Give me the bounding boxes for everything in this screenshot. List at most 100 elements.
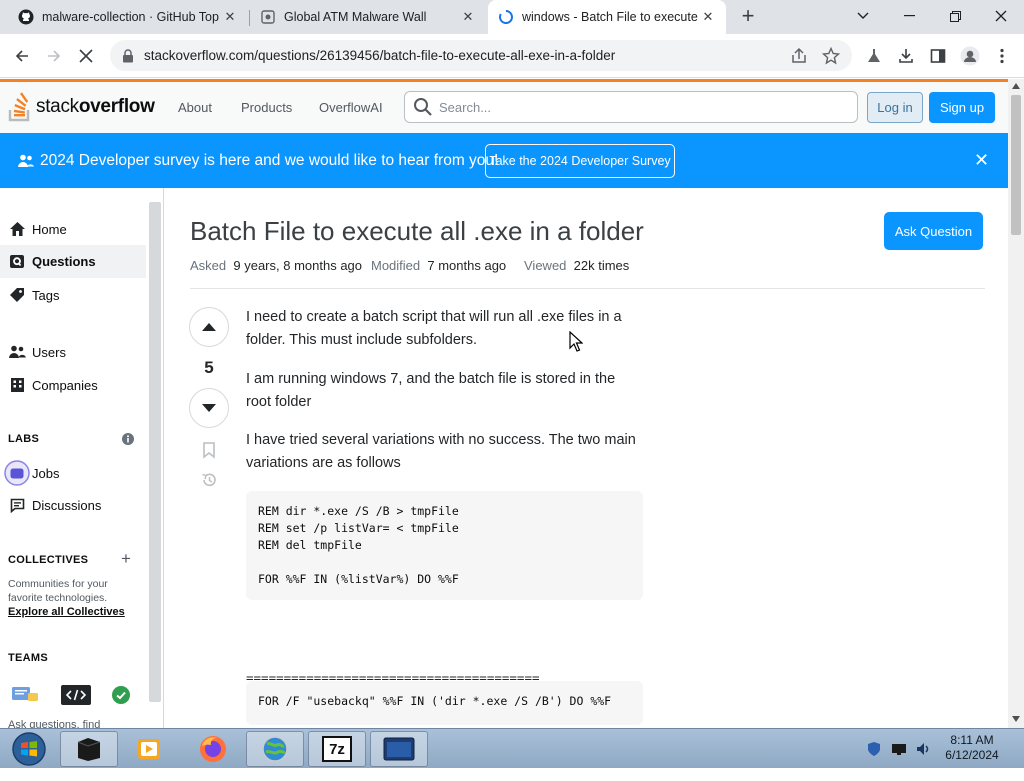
sidebar-item-questions[interactable]: Questions — [0, 245, 146, 278]
sevenzip-icon: 7z — [322, 736, 352, 762]
sidebar-scrollbar[interactable] — [149, 202, 161, 702]
collectives-heading: COLLECTIVES — [8, 554, 89, 566]
tray-volume-icon[interactable] — [915, 741, 931, 757]
upvote-button[interactable] — [189, 307, 229, 347]
tag-icon — [10, 288, 24, 302]
tab-github[interactable]: malware-collection · GitHub Top ✕ — [8, 0, 248, 34]
nav-products[interactable]: Products — [241, 100, 292, 115]
kebab-menu-icon[interactable] — [992, 46, 1012, 66]
page-scrollbar[interactable] — [1008, 79, 1024, 728]
tab-close-icon[interactable]: ✕ — [460, 9, 476, 25]
star-bookmark-icon[interactable] — [822, 47, 840, 65]
modified-label: Modified — [371, 258, 421, 273]
taskbar-app-firefox[interactable] — [184, 731, 242, 767]
tab-atm-malware[interactable]: Global ATM Malware Wall ✕ — [250, 0, 486, 34]
bookmark-icon[interactable] — [200, 441, 218, 459]
forward-arrow-icon[interactable] — [42, 44, 66, 68]
loading-spinner-icon — [499, 10, 513, 24]
minimize-icon[interactable] — [886, 0, 932, 32]
home-icon — [9, 222, 25, 236]
tray-clock[interactable]: 8:11 AM 6/12/2024 — [940, 733, 1004, 763]
code-block-1: REM dir *.exe /S /B > tmpFile REM set /p… — [246, 491, 643, 600]
teams-desc: Ask questions, find — [8, 719, 101, 728]
start-button[interactable] — [4, 729, 54, 769]
question-paragraph-1: I need to create a batch script that wil… — [246, 306, 656, 352]
tab-title: windows - Batch File to execute — [522, 10, 698, 24]
collectives-desc-2: favorite technologies. — [8, 592, 108, 604]
login-button[interactable]: Log in — [867, 92, 923, 123]
code-block-2: FOR /F "usebackq" %%F IN ('dir *.exe /S … — [246, 681, 643, 725]
viewed-label: Viewed — [524, 258, 567, 273]
history-icon[interactable] — [200, 471, 218, 489]
sidebar-item-users[interactable]: Users — [8, 343, 66, 361]
search-placeholder: Search... — [439, 99, 492, 115]
briefcase-icon — [4, 460, 30, 486]
nav-overflowai[interactable]: OverflowAI — [319, 100, 383, 115]
media-player-icon — [138, 739, 160, 759]
extension-flask-icon[interactable] — [864, 46, 884, 66]
black-box-app-icon — [77, 738, 101, 761]
new-tab-button[interactable]: + — [736, 5, 760, 28]
tab-title: malware-collection · GitHub Top — [42, 10, 219, 24]
asked-label: Asked — [190, 258, 227, 273]
tab-close-icon[interactable]: ✕ — [222, 9, 238, 25]
explore-collectives-link[interactable]: Explore all Collectives — [8, 606, 125, 618]
scroll-up-arrow-icon[interactable] — [1012, 83, 1020, 89]
sidebar-item-jobs[interactable]: Jobs — [4, 460, 59, 486]
scroll-down-arrow-icon[interactable] — [1012, 716, 1020, 722]
modified-value[interactable]: 7 months ago — [427, 258, 506, 273]
question-paragraph-2: I am running windows 7, and the batch fi… — [246, 368, 656, 414]
share-icon[interactable] — [790, 47, 808, 65]
taskbar-app-terminal[interactable] — [60, 731, 118, 767]
paragraph-line: I am running windows 7, and the batch fi… — [246, 371, 616, 387]
checkmark-icon — [112, 686, 130, 704]
stop-loading-icon[interactable] — [74, 44, 98, 68]
search-icon — [414, 98, 432, 116]
take-survey-button[interactable]: Take the 2024 Developer Survey — [485, 144, 675, 178]
info-icon[interactable] — [122, 433, 134, 445]
sidebar-item-home[interactable]: Home — [8, 220, 67, 238]
sidebar-item-label: Users — [32, 344, 66, 360]
back-arrow-icon[interactable] — [10, 44, 34, 68]
paragraph-line: I have tried several variations with no … — [246, 432, 636, 448]
close-window-icon[interactable] — [978, 0, 1024, 32]
logo-text-bold: overflow — [78, 96, 155, 117]
taskbar-app-media[interactable] — [120, 731, 178, 767]
add-collective-icon[interactable]: + — [121, 549, 131, 569]
paragraph-line: root folder — [246, 394, 312, 410]
stackoverflow-logo-icon — [8, 92, 30, 122]
address-bar[interactable]: stackoverflow.com/questions/26139456/bat… — [110, 40, 852, 71]
windows-taskbar: 7z 8:11 AM 6/12/2024 — [0, 728, 1024, 768]
side-panel-icon[interactable] — [928, 46, 948, 66]
profile-avatar-icon[interactable] — [960, 46, 980, 66]
downvote-button[interactable] — [189, 388, 229, 428]
sidebar-item-tags[interactable]: Tags — [8, 286, 59, 304]
viewed-meta: Viewed 22k times — [524, 258, 629, 273]
sidebar-item-discussions[interactable]: Discussions — [8, 496, 101, 514]
tray-shield-icon[interactable] — [866, 741, 882, 757]
restore-icon[interactable] — [932, 0, 978, 32]
tab-stackoverflow[interactable]: windows - Batch File to execute ✕ — [488, 0, 726, 34]
taskbar-app-window[interactable] — [370, 731, 428, 767]
tab-close-icon[interactable]: ✕ — [700, 9, 716, 25]
code-icon — [61, 685, 91, 705]
signup-button[interactable]: Sign up — [929, 92, 995, 123]
taskbar-app-network[interactable] — [246, 731, 304, 767]
ask-question-button[interactable]: Ask Question — [884, 212, 983, 250]
search-input[interactable]: Search... — [404, 91, 858, 123]
stackoverflow-logo[interactable]: stackoverflow — [8, 92, 155, 122]
teams-heading: TEAMS — [8, 652, 48, 664]
tab-title: Global ATM Malware Wall — [284, 10, 427, 24]
question-title[interactable]: Batch File to execute all .exe in a fold… — [190, 216, 644, 247]
taskbar-app-7zip[interactable]: 7z — [308, 731, 366, 767]
tab-search-chevron-icon[interactable] — [840, 0, 886, 32]
tray-display-icon[interactable] — [891, 741, 907, 757]
download-icon[interactable] — [896, 46, 916, 66]
paragraph-line: I need to create a batch script that wil… — [246, 309, 622, 325]
globe-network-icon — [262, 736, 288, 762]
banner-close-icon[interactable]: ✕ — [974, 150, 989, 171]
nav-about[interactable]: About — [178, 100, 212, 115]
scrollbar-thumb[interactable] — [1011, 95, 1021, 235]
sidebar-item-companies[interactable]: Companies — [8, 376, 98, 394]
downvote-arrow-icon — [202, 404, 216, 412]
